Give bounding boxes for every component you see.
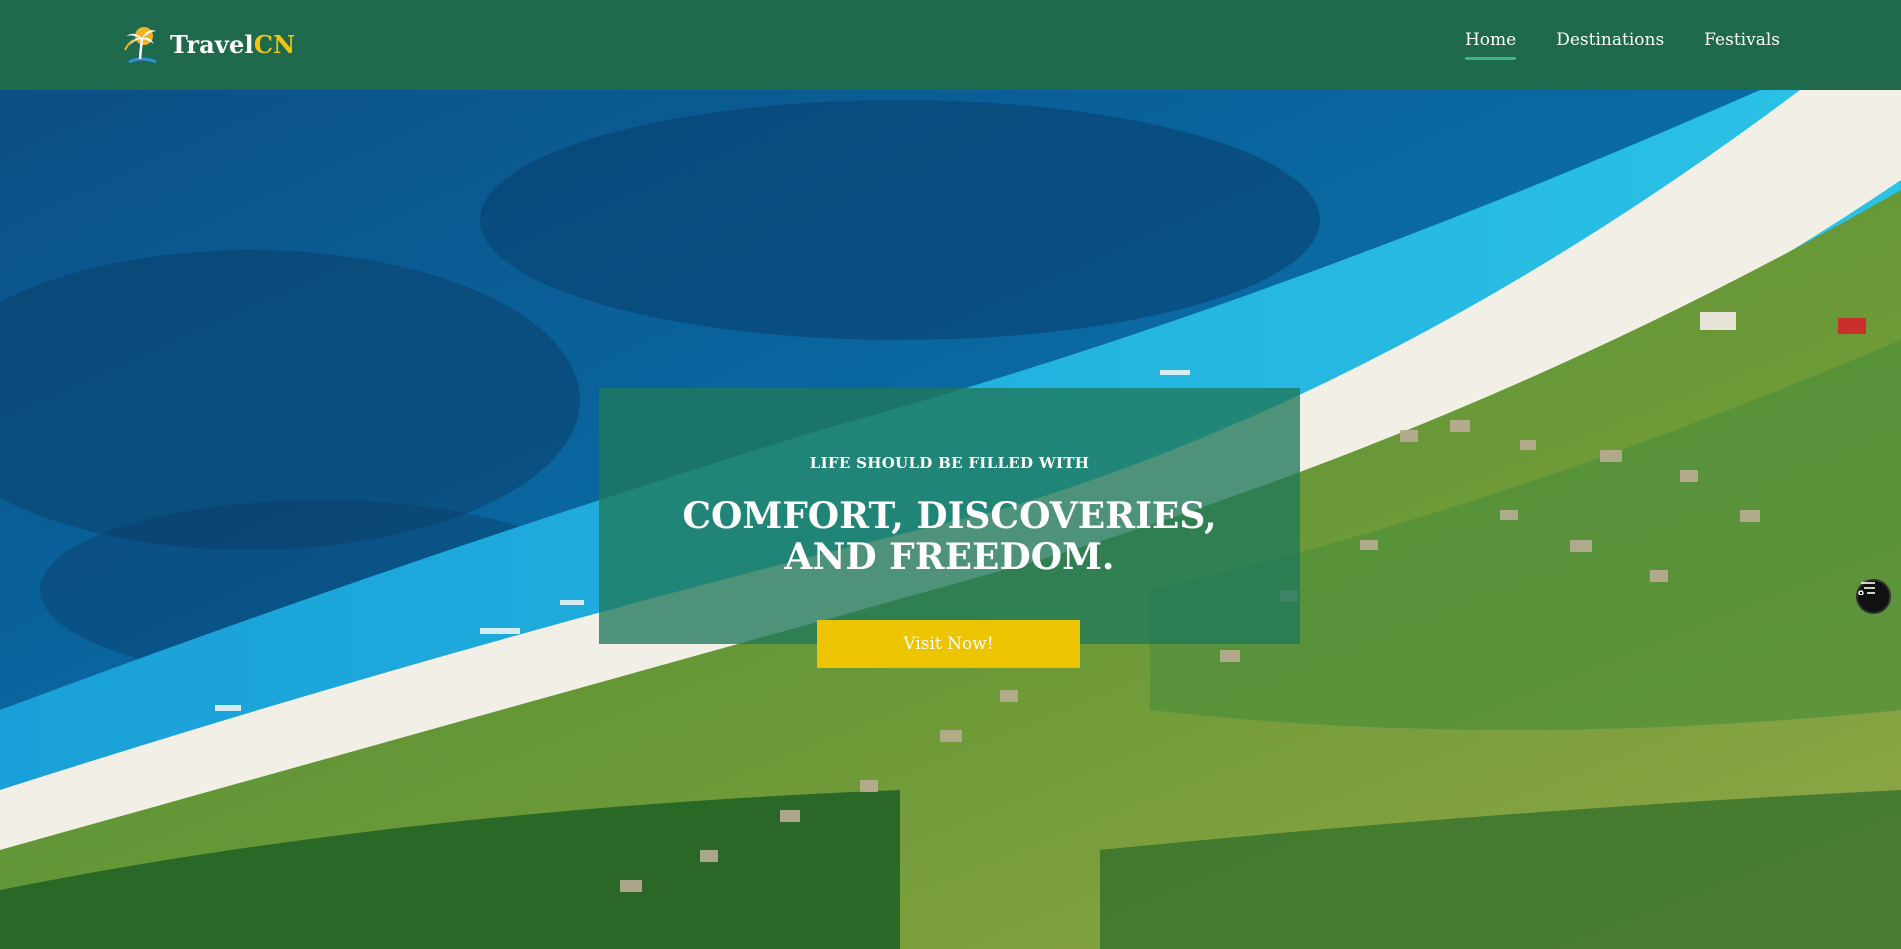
site-header: TravelCN Home Destinations Festivals [0, 0, 1901, 90]
brand-name-accent: CN [253, 29, 296, 59]
brand-name: TravelCN [170, 30, 295, 59]
hero-title: COMFORT, DISCOVERIES, AND FREEDOM. [682, 495, 1217, 578]
palm-tree-logo-icon [124, 27, 157, 64]
brand-name-main: Travel [170, 29, 254, 59]
nav-festivals[interactable]: Festivals [1704, 30, 1780, 60]
site-logo[interactable]: TravelCN [120, 22, 295, 66]
main-nav: Home Destinations Festivals [1464, 30, 1780, 60]
filter-settings-button[interactable] [1856, 579, 1891, 614]
filter-settings-icon [1858, 582, 1875, 595]
visit-now-button[interactable]: Visit Now! [817, 620, 1080, 668]
hero-card: LIFE SHOULD BE FILLED WITH COMFORT, DISC… [599, 388, 1300, 644]
hero-kicker: LIFE SHOULD BE FILLED WITH [809, 454, 1090, 472]
nav-destinations[interactable]: Destinations [1556, 30, 1664, 60]
nav-home[interactable]: Home [1464, 30, 1517, 60]
